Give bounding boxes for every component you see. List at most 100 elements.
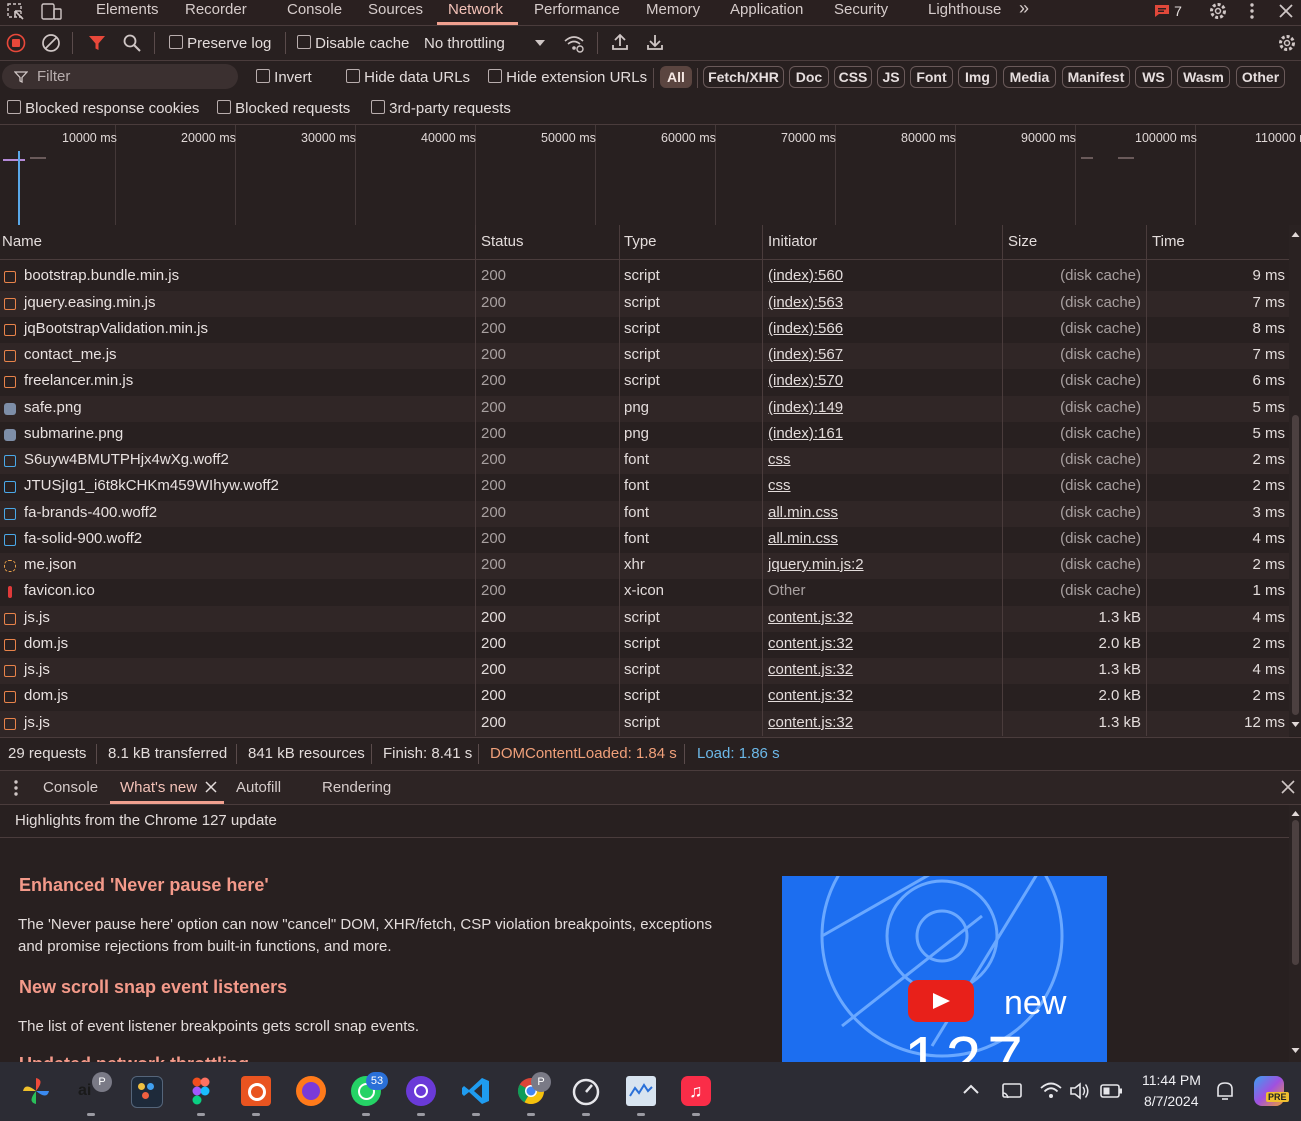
table-row[interactable]: bootstrap.bundle.min.js 200 script (index):… bbox=[0, 264, 1289, 290]
tab-sources[interactable]: Sources bbox=[368, 1, 423, 18]
checkbox-box[interactable] bbox=[169, 35, 183, 49]
table-scrollbar[interactable] bbox=[1289, 225, 1301, 736]
column-header-initiator[interactable]: Initiator bbox=[768, 233, 817, 250]
scroll-down-arrow-icon[interactable] bbox=[1291, 721, 1300, 728]
volume-icon[interactable] bbox=[1069, 1081, 1091, 1101]
column-header-name[interactable]: Name bbox=[2, 233, 42, 250]
tab-elements[interactable]: Elements bbox=[96, 1, 159, 18]
checkbox-box[interactable] bbox=[488, 69, 502, 83]
import-har-upload-icon[interactable] bbox=[610, 32, 630, 52]
disable-cache-checkbox[interactable]: Disable cache bbox=[297, 35, 409, 52]
record-stop-icon[interactable] bbox=[6, 33, 26, 53]
drawer-tab-rendering[interactable]: Rendering bbox=[322, 779, 391, 796]
table-row[interactable]: jqBootstrapValidation.min.js 200 script (in… bbox=[0, 317, 1289, 343]
notifications-icon[interactable] bbox=[1214, 1080, 1236, 1102]
request-initiator-link[interactable]: css bbox=[768, 451, 791, 468]
tab-security[interactable]: Security bbox=[834, 1, 888, 18]
request-initiator-link[interactable]: content.js:32 bbox=[768, 609, 853, 626]
tab-application[interactable]: Application bbox=[730, 1, 803, 18]
network-settings-gear-icon[interactable] bbox=[1276, 32, 1298, 54]
table-row[interactable]: js.js 200 script content.js:32 1.3 kB 12 ms bbox=[0, 711, 1289, 737]
hide-data-urls-checkbox[interactable]: Hide data URLs bbox=[346, 69, 470, 86]
chevron-down-icon[interactable] bbox=[534, 39, 546, 47]
type-filter-all[interactable]: All bbox=[660, 66, 692, 88]
figma-icon[interactable] bbox=[186, 1076, 216, 1106]
type-filter-wasm[interactable]: Wasm bbox=[1177, 66, 1230, 88]
type-filter-fetch-xhr[interactable]: Fetch/XHR bbox=[703, 66, 784, 88]
checkbox-box[interactable] bbox=[7, 100, 21, 114]
type-filter-manifest[interactable]: Manifest bbox=[1062, 66, 1130, 88]
table-row[interactable]: safe.png 200 png (index):149 (disk cache) 5 m… bbox=[0, 396, 1289, 422]
column-header-type[interactable]: Type bbox=[624, 233, 657, 250]
request-initiator-link[interactable]: css bbox=[768, 477, 791, 494]
checkbox-box[interactable] bbox=[346, 69, 360, 83]
vscode-icon[interactable] bbox=[461, 1076, 491, 1106]
request-initiator-link[interactable]: (index):563 bbox=[768, 294, 843, 311]
column-divider[interactable] bbox=[619, 225, 620, 736]
settings-gear-icon[interactable] bbox=[1207, 0, 1229, 22]
inspect-element-icon[interactable] bbox=[6, 2, 26, 22]
youtube-play-button[interactable] bbox=[908, 980, 974, 1022]
clock-date[interactable]: 8/7/2024 bbox=[1144, 1093, 1199, 1109]
table-row[interactable]: fa-solid-900.woff2 200 font all.min.css (dis… bbox=[0, 527, 1289, 553]
search-icon[interactable] bbox=[122, 33, 142, 53]
type-filter-img[interactable]: Img bbox=[958, 66, 997, 88]
copilot-icon[interactable]: PRE bbox=[1254, 1076, 1289, 1106]
request-initiator-link[interactable]: (index):161 bbox=[768, 425, 843, 442]
third-party-checkbox[interactable]: 3rd-party requests bbox=[371, 100, 511, 117]
checkbox-box[interactable] bbox=[371, 100, 385, 114]
close-devtools-icon[interactable] bbox=[1278, 3, 1294, 19]
drawer-tab-autofill[interactable]: Autofill bbox=[236, 779, 281, 796]
type-filter-js[interactable]: JS bbox=[877, 66, 905, 88]
blocked-cookies-checkbox[interactable]: Blocked response cookies bbox=[7, 100, 199, 117]
scroll-down-arrow-icon[interactable] bbox=[1291, 1047, 1300, 1054]
cast-screen-icon[interactable] bbox=[1001, 1082, 1023, 1100]
request-initiator-link[interactable]: (index):560 bbox=[768, 267, 843, 284]
ubuntu-icon[interactable] bbox=[241, 1076, 271, 1106]
drawer-tab-console[interactable]: Console bbox=[43, 779, 98, 796]
request-initiator-link[interactable]: all.min.css bbox=[768, 504, 838, 521]
type-filter-font[interactable]: Font bbox=[910, 66, 953, 88]
table-row[interactable]: js.js 200 script content.js:32 1.3 kB 4 ms bbox=[0, 658, 1289, 684]
blocked-requests-checkbox[interactable]: Blocked requests bbox=[217, 100, 350, 117]
table-row[interactable]: fa-brands-400.woff2 200 font all.min.css (di… bbox=[0, 501, 1289, 527]
request-initiator-link[interactable]: jquery.min.js:2 bbox=[768, 556, 864, 573]
show-hidden-icons-chevron-up-icon[interactable] bbox=[963, 1084, 979, 1094]
more-options-kebab-icon[interactable] bbox=[1246, 2, 1258, 20]
network-conditions-wifi-icon[interactable] bbox=[563, 32, 585, 54]
request-initiator-link[interactable]: content.js:32 bbox=[768, 661, 853, 678]
export-har-download-icon[interactable] bbox=[645, 32, 665, 52]
preserve-log-checkbox[interactable]: Preserve log bbox=[169, 35, 271, 52]
tab-memory[interactable]: Memory bbox=[646, 1, 700, 18]
battery-icon[interactable] bbox=[1100, 1083, 1124, 1099]
drawer-tab-whats-new[interactable]: What's new bbox=[120, 779, 197, 796]
filter-input[interactable]: Filter bbox=[2, 64, 238, 89]
scrollbar-thumb[interactable] bbox=[1292, 820, 1299, 965]
close-drawer-icon[interactable] bbox=[1281, 780, 1295, 794]
release-video-thumbnail[interactable]: new 127 bbox=[782, 876, 1107, 1062]
davinci-icon[interactable] bbox=[131, 1076, 163, 1108]
type-filter-ws[interactable]: WS bbox=[1135, 66, 1172, 88]
column-header-size[interactable]: Size bbox=[1008, 233, 1037, 250]
table-row[interactable]: favicon.ico 200 x-icon Other (disk cache) 1 m… bbox=[0, 579, 1289, 605]
request-initiator-link[interactable]: (index):570 bbox=[768, 372, 843, 389]
tab-network[interactable]: Network bbox=[448, 1, 503, 18]
scroll-up-arrow-icon[interactable] bbox=[1291, 810, 1300, 817]
close-tab-icon[interactable] bbox=[205, 781, 217, 793]
type-filter-css[interactable]: CSS bbox=[834, 66, 872, 88]
github-icon[interactable] bbox=[406, 1076, 436, 1106]
request-initiator-link[interactable]: (index):149 bbox=[768, 399, 843, 416]
monitor-icon[interactable] bbox=[626, 1076, 656, 1106]
table-row[interactable]: js.js 200 script content.js:32 1.3 kB 4 ms bbox=[0, 606, 1289, 632]
column-divider[interactable] bbox=[475, 225, 476, 736]
request-initiator-link[interactable]: (index):566 bbox=[768, 320, 843, 337]
tab-performance[interactable]: Performance bbox=[534, 1, 620, 18]
hide-extension-urls-checkbox[interactable]: Hide extension URLs bbox=[488, 69, 647, 86]
issues-counter[interactable]: 7 bbox=[1154, 3, 1182, 20]
checkbox-box[interactable] bbox=[256, 69, 270, 83]
table-row[interactable]: freelancer.min.js 200 script (index):570 (di… bbox=[0, 369, 1289, 395]
column-divider[interactable] bbox=[1146, 225, 1147, 736]
checkbox-box[interactable] bbox=[217, 100, 231, 114]
column-divider[interactable] bbox=[1002, 225, 1003, 736]
filter-funnel-icon[interactable] bbox=[87, 33, 107, 53]
